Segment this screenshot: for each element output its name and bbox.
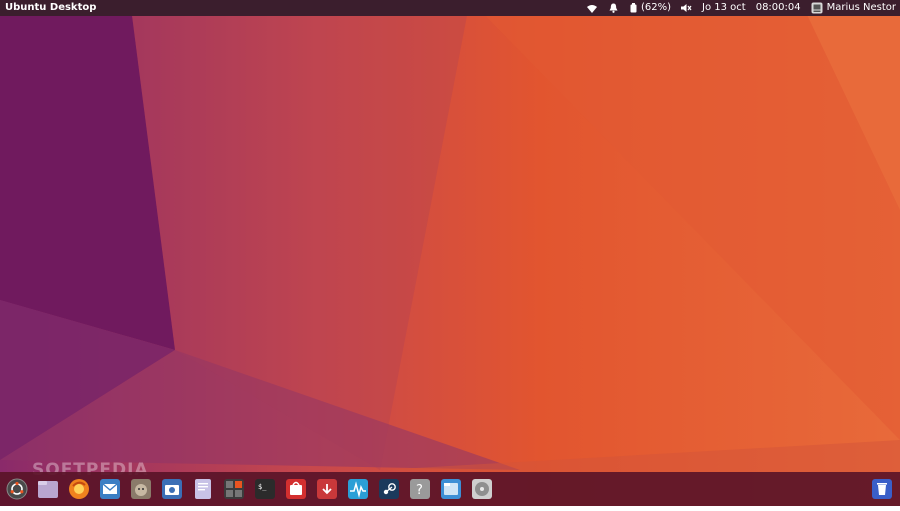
software-center-icon <box>286 479 306 499</box>
launcher-dock: $_? <box>0 472 900 511</box>
text-editor-icon <box>195 479 211 499</box>
steam-icon <box>379 479 399 499</box>
indicator-area: (62%) Jo 13 oct 08:00:04 Marius Nestor <box>577 0 900 16</box>
disk-launcher[interactable] <box>471 478 493 500</box>
file-manager-icon <box>441 479 461 499</box>
help-launcher[interactable]: ? <box>409 478 431 500</box>
trash-icon <box>872 479 892 499</box>
volume-icon[interactable] <box>681 0 692 16</box>
files-launcher[interactable] <box>37 478 59 500</box>
system-monitor-launcher[interactable] <box>347 478 369 500</box>
desktop-wallpaper <box>0 0 900 506</box>
gimp-launcher[interactable] <box>130 478 152 500</box>
user-menu[interactable]: Marius Nestor <box>811 0 900 16</box>
date-label[interactable]: Jo 13 oct <box>702 0 746 16</box>
system-monitor-icon <box>348 479 368 499</box>
top-panel: Ubuntu Desktop (62%) Jo 13 oct 08:00:04 … <box>0 0 900 16</box>
text-editor-launcher[interactable] <box>192 478 214 500</box>
ubuntu-home-icon <box>6 478 28 500</box>
terminal-icon: $_ <box>255 479 275 499</box>
file-manager-launcher[interactable] <box>440 478 462 500</box>
ubuntu-home-launcher[interactable] <box>6 478 28 500</box>
calculator-launcher[interactable] <box>223 478 245 500</box>
firefox-launcher[interactable] <box>68 478 90 511</box>
gimp-icon <box>131 479 151 499</box>
user-session-icon <box>811 2 823 14</box>
battery-icon <box>630 3 637 13</box>
files-icon <box>38 481 58 498</box>
terminal-launcher[interactable]: $_ <box>254 478 276 500</box>
svg-text:$_: $_ <box>258 483 267 491</box>
trash-launcher[interactable] <box>871 478 893 500</box>
wifi-icon[interactable] <box>586 0 597 16</box>
firefox-icon <box>69 479 89 499</box>
battery-percentage: (62%) <box>640 2 672 13</box>
calculator-icon <box>224 479 244 499</box>
software-updater-launcher[interactable] <box>316 478 338 500</box>
disk-icon <box>472 479 492 499</box>
camera-icon <box>162 479 182 499</box>
thunderbird-mail-icon <box>100 479 120 499</box>
notification-bell-icon[interactable] <box>609 0 618 16</box>
thunderbird-mail-launcher[interactable] <box>99 478 121 500</box>
battery-indicator[interactable]: (62%) <box>630 0 671 16</box>
software-updater-icon <box>317 479 337 499</box>
help-icon: ? <box>410 479 430 499</box>
clock-label[interactable]: 08:00:04 <box>756 0 801 16</box>
software-center-launcher[interactable] <box>285 478 307 500</box>
svg-text:?: ? <box>416 483 423 498</box>
user-name: Marius Nestor <box>826 2 896 13</box>
app-title: Ubuntu Desktop <box>5 2 97 13</box>
camera-launcher[interactable] <box>161 478 183 500</box>
steam-launcher[interactable] <box>378 478 400 500</box>
